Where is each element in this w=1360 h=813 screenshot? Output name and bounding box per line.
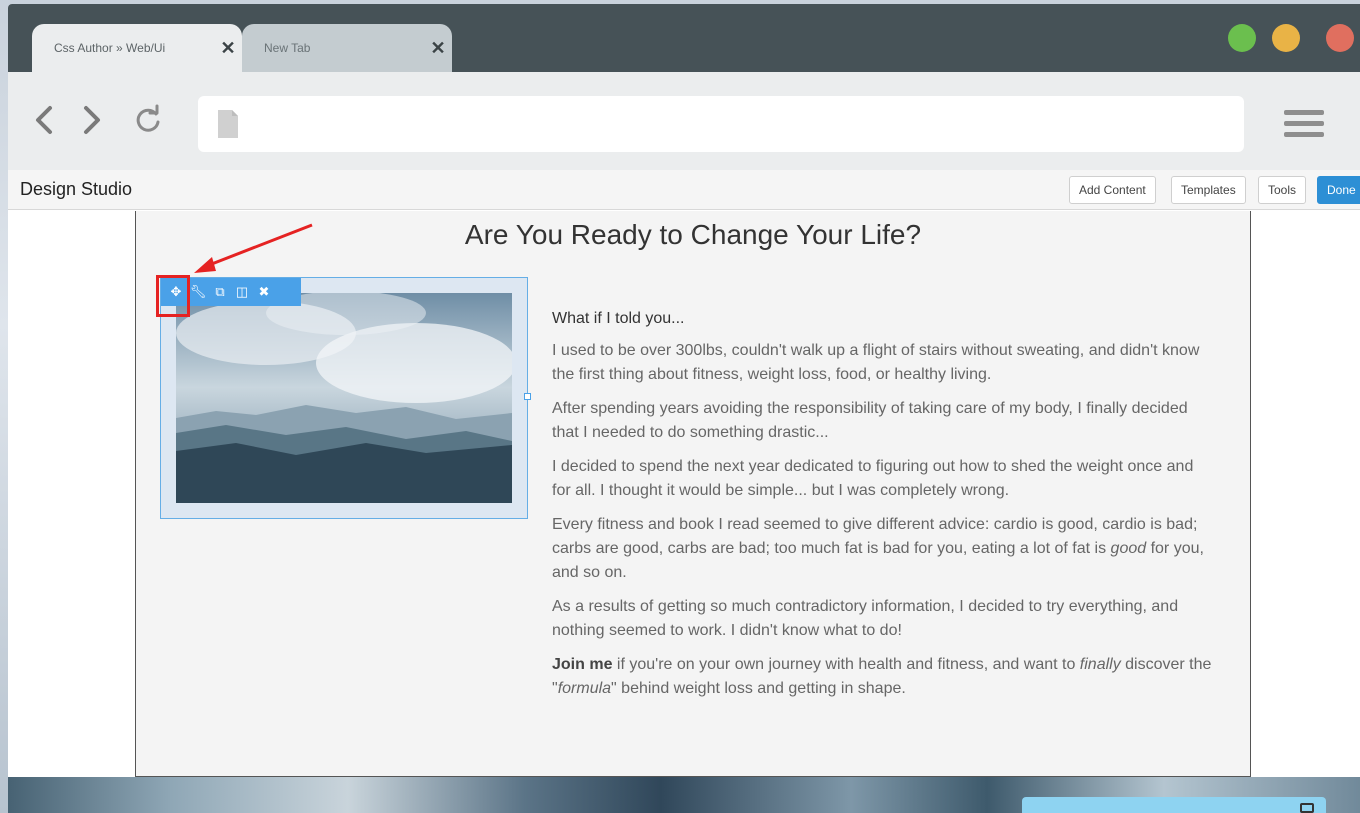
paragraph-1: I used to be over 300lbs, couldn't walk … xyxy=(552,342,1200,383)
reload-icon[interactable] xyxy=(132,102,164,138)
paragraph-4: Every fitness and book I read seemed to … xyxy=(552,516,1204,581)
close-window-button[interactable] xyxy=(1326,24,1354,52)
paragraph-5: As a results of getting so much contradi… xyxy=(552,598,1179,639)
address-bar[interactable] xyxy=(198,96,1244,152)
tools-button[interactable]: Tools xyxy=(1258,176,1307,204)
landscape-image[interactable] xyxy=(176,293,512,503)
lead-text: What if I told you... xyxy=(552,310,685,327)
hamburger-menu-icon[interactable] xyxy=(1284,110,1324,142)
forward-icon[interactable] xyxy=(76,102,108,138)
delete-icon[interactable]: ✖ xyxy=(253,281,275,303)
browser-window: Css Author » Web/Ui ✕ New Tab ✕ Design S… xyxy=(8,4,1360,813)
tab-title: Css Author » Web/Ui xyxy=(54,41,166,55)
tab-bar: Css Author » Web/Ui ✕ New Tab ✕ xyxy=(8,4,1360,72)
content-section[interactable]: Are You Ready to Change Your Life? ✥ 🔧︎ … xyxy=(135,211,1251,777)
duplicate-icon[interactable]: ⧉ xyxy=(209,281,231,303)
add-content-button[interactable]: Add Content xyxy=(1069,176,1156,204)
image-block[interactable]: ✥ 🔧︎ ⧉ ◫ ✖ xyxy=(160,277,531,519)
resize-handle[interactable] xyxy=(524,393,531,400)
annotation-arrow xyxy=(194,223,313,273)
wrench-icon[interactable]: 🔧︎ xyxy=(187,281,209,303)
paragraph-6: Join me if you're on your own journey wi… xyxy=(552,656,1212,697)
navigation-bar xyxy=(8,72,1360,170)
chat-icon[interactable] xyxy=(1300,803,1314,813)
tab-new-tab[interactable]: New Tab ✕ xyxy=(242,24,452,72)
page-icon xyxy=(218,110,238,138)
paragraph-3: I decided to spend the next year dedicat… xyxy=(552,458,1194,499)
chat-widget[interactable] xyxy=(1022,797,1326,813)
back-icon[interactable] xyxy=(28,102,60,138)
studio-title: Design Studio xyxy=(20,179,133,199)
editor-canvas: Are You Ready to Change Your Life? ✥ 🔧︎ … xyxy=(8,211,1360,813)
done-button[interactable]: Done xyxy=(1317,176,1360,204)
move-icon-highlight xyxy=(156,275,190,317)
columns-icon[interactable]: ◫ xyxy=(231,281,253,303)
close-tab-icon[interactable]: ✕ xyxy=(214,38,242,59)
close-tab-icon[interactable]: ✕ xyxy=(424,38,452,59)
templates-button[interactable]: Templates xyxy=(1171,176,1246,204)
tab-title: New Tab xyxy=(264,41,311,55)
tab-css-author[interactable]: Css Author » Web/Ui ✕ xyxy=(32,24,242,72)
paragraph-2: After spending years avoiding the respon… xyxy=(552,400,1188,441)
minimize-button[interactable] xyxy=(1272,24,1300,52)
design-studio-toolbar: Design Studio Add Content Templates Tool… xyxy=(8,170,1360,210)
maximize-button[interactable] xyxy=(1228,24,1256,52)
text-column[interactable]: What if I told you... I used to be over … xyxy=(552,307,1212,711)
